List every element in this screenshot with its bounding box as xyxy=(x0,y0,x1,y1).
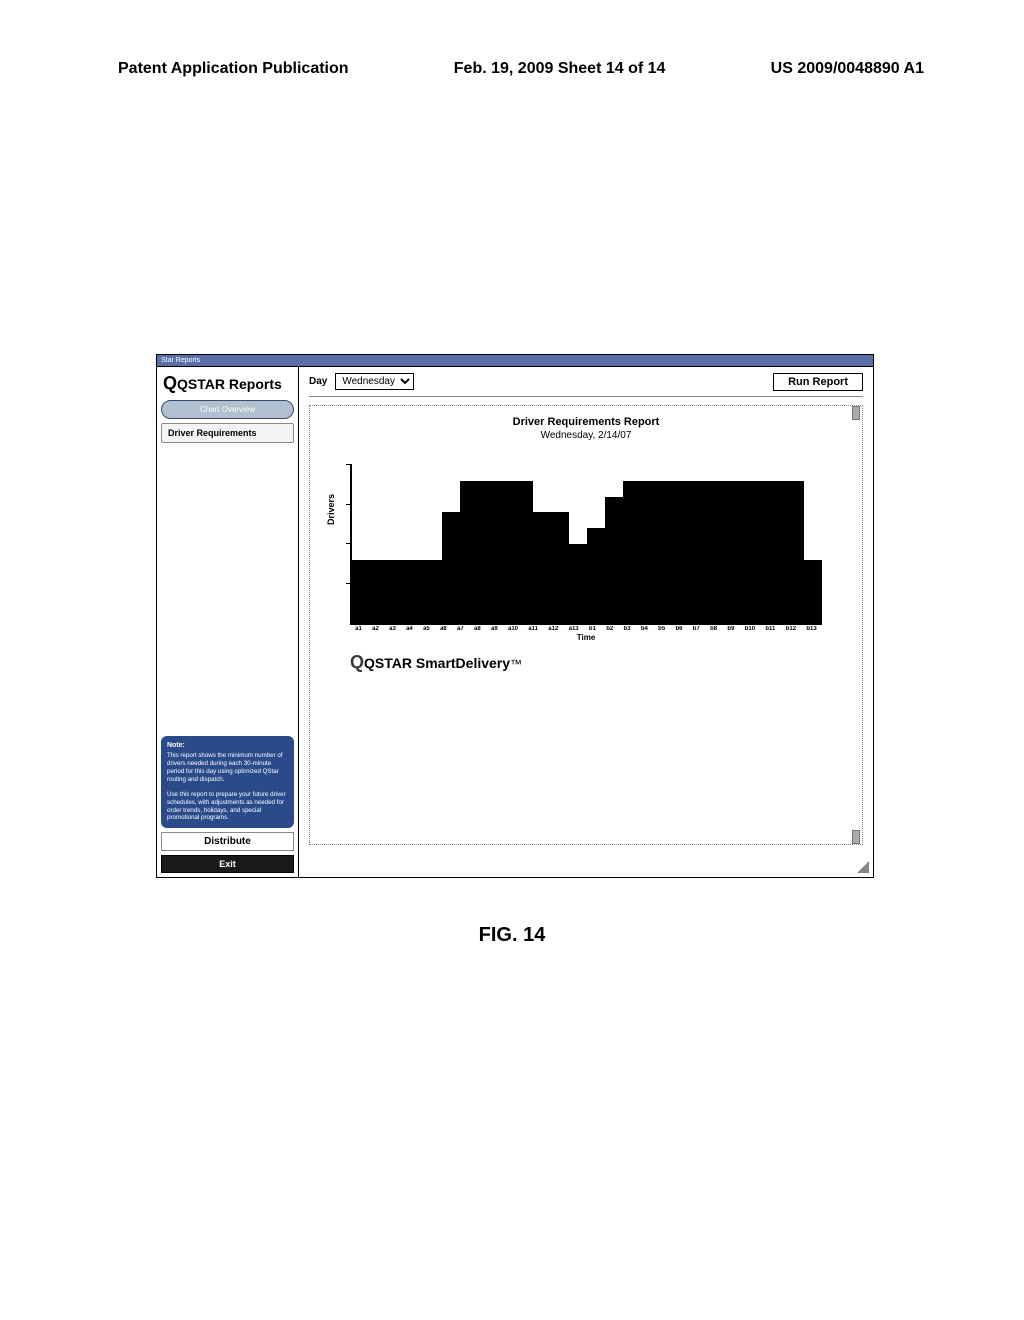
chart-xtick: a8 xyxy=(469,626,486,632)
report-viewer: Driver Requirements Report Wednesday, 2/… xyxy=(309,405,863,845)
driver-requirements-chart: Drivers a1a2a3a4a5a6a7a8a9a10a11a12a13b1… xyxy=(328,465,844,642)
chart-xticks: a1a2a3a4a5a6a7a8a9a10a11a12a13b1b2b3b4b5… xyxy=(350,626,822,632)
chart-xtick: b5 xyxy=(653,626,670,632)
chart-xtick: b7 xyxy=(688,626,705,632)
chart-xtick: b12 xyxy=(781,626,802,632)
chart-bar xyxy=(551,512,569,623)
run-report-button[interactable]: Run Report xyxy=(773,373,863,391)
chart-bar xyxy=(533,512,551,623)
resize-grabber-icon[interactable] xyxy=(857,861,869,873)
chart-xtick: b4 xyxy=(636,626,653,632)
chart-bar xyxy=(497,481,515,623)
chart-bar xyxy=(352,560,370,623)
chart-bar xyxy=(479,481,497,623)
chart-xtick: b9 xyxy=(722,626,739,632)
window-titlebar: Star Reports xyxy=(157,355,873,367)
chart-xtick: b6 xyxy=(670,626,687,632)
chart-bar xyxy=(732,481,750,623)
publication-type: Patent Application Publication xyxy=(118,60,349,78)
chart-bar xyxy=(714,481,732,623)
main-panel: Day Wednesday Run Report Driver Requirem… xyxy=(299,367,873,877)
chart-xtick: a4 xyxy=(401,626,418,632)
chart-xtick: a3 xyxy=(384,626,401,632)
chart-xtick: a11 xyxy=(523,626,543,632)
chart-plot-area xyxy=(350,465,822,625)
sidebar-note-p1: This report shows the minimum number of … xyxy=(167,752,283,782)
chart-bar xyxy=(695,481,713,623)
chart-bar xyxy=(406,560,424,623)
chart-bar xyxy=(587,528,605,623)
chart-ylabel: Drivers xyxy=(326,494,336,525)
brand-q-icon: Q xyxy=(163,373,177,393)
chart-xtick: a13 xyxy=(563,626,583,632)
chart-bar xyxy=(786,481,804,623)
sidebar-note: Note: This report shows the minimum numb… xyxy=(161,736,294,829)
chart-xlabel: Time xyxy=(350,633,822,642)
day-label: Day xyxy=(309,376,327,387)
exit-button[interactable]: Exit xyxy=(161,855,294,873)
chart-xtick: b2 xyxy=(601,626,618,632)
chart-bar xyxy=(659,481,677,623)
app-window: Star Reports QQSTAR Reports Chart Overvi… xyxy=(156,354,874,878)
vertical-scrollbar[interactable] xyxy=(850,406,860,844)
chart-bar xyxy=(804,560,822,623)
chart-bar xyxy=(623,481,641,623)
chart-bar xyxy=(460,481,478,623)
sheet-info: Feb. 19, 2009 Sheet 14 of 14 xyxy=(454,60,666,78)
chart-bar xyxy=(605,497,623,623)
sidebar-tab-chart-overview[interactable]: Chart Overview xyxy=(161,400,294,419)
chart-xtick: b8 xyxy=(705,626,722,632)
report-brand-text: QSTAR SmartDelivery xyxy=(364,655,510,671)
sidebar-note-heading: Note: xyxy=(167,742,288,751)
figure-caption: FIG. 14 xyxy=(0,924,1024,947)
publication-id: US 2009/0048890 A1 xyxy=(771,60,924,78)
chart-bar xyxy=(370,560,388,623)
distribute-button[interactable]: Distribute xyxy=(161,832,294,851)
chart-bar xyxy=(750,481,768,623)
chart-bar xyxy=(424,560,442,623)
day-select[interactable]: Wednesday xyxy=(335,373,414,390)
chart-bar xyxy=(569,544,587,623)
chart-xtick: a9 xyxy=(486,626,503,632)
sidebar-note-p2: Use this report to prepare your future d… xyxy=(167,791,286,821)
report-subtitle: Wednesday, 2/14/07 xyxy=(328,430,844,441)
sidebar: QQSTAR Reports Chart Overview Driver Req… xyxy=(157,367,299,877)
chart-xtick: a6 xyxy=(435,626,452,632)
sidebar-item-driver-requirements[interactable]: Driver Requirements xyxy=(161,423,294,443)
chart-xtick: a1 xyxy=(350,626,367,632)
app-brand: QQSTAR Reports xyxy=(161,371,294,400)
report-brand: QQSTAR SmartDelivery™ xyxy=(350,652,844,673)
chart-bar xyxy=(515,481,533,623)
chart-bar xyxy=(388,560,406,623)
chart-xtick: b1 xyxy=(584,626,601,632)
chart-bar xyxy=(641,481,659,623)
chart-bar xyxy=(677,481,695,623)
brand-text: QSTAR Reports xyxy=(177,376,282,392)
chart-xtick: a5 xyxy=(418,626,435,632)
brand-q-icon: Q xyxy=(350,652,364,672)
chart-xtick: a2 xyxy=(367,626,384,632)
chart-xtick: b11 xyxy=(760,626,780,632)
chart-bar xyxy=(442,512,460,623)
report-title: Driver Requirements Report xyxy=(328,416,844,428)
chart-xtick: b10 xyxy=(740,626,761,632)
chart-xtick: a10 xyxy=(503,626,523,632)
chart-xtick: b13 xyxy=(801,626,822,632)
chart-xtick: a12 xyxy=(543,626,563,632)
chart-xtick: b3 xyxy=(618,626,635,632)
chart-xtick: a7 xyxy=(452,626,469,632)
chart-bar xyxy=(768,481,786,623)
chart-bars xyxy=(352,465,822,623)
page-header: Patent Application Publication Feb. 19, … xyxy=(0,0,1024,78)
